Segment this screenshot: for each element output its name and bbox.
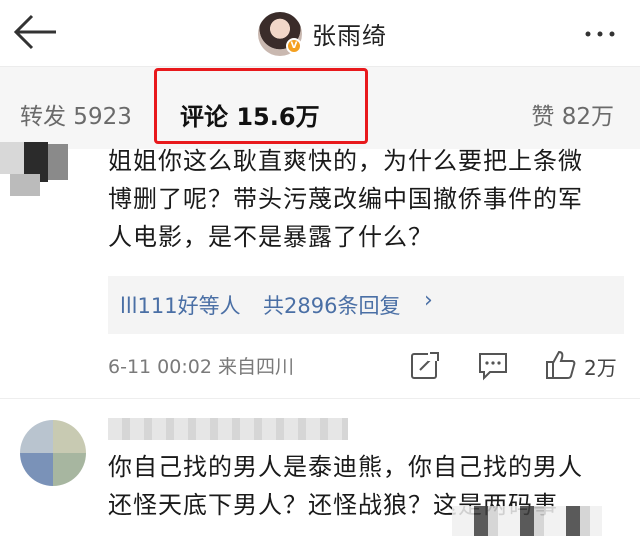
like-count: 2万 (584, 356, 617, 380)
thumbs-up-icon[interactable] (544, 348, 578, 382)
tab-repost[interactable]: 转发 5923 (20, 97, 132, 131)
text-obscured-overlay (452, 506, 602, 536)
reply-count: 共2896条回复 (263, 294, 401, 318)
comment-line: 博删了呢？带头污蔑改编中国撤侨事件的军 (108, 185, 583, 213)
verified-badge: V (286, 38, 302, 54)
more-options-icon[interactable] (580, 14, 620, 54)
reply-names: lll111好等人 (120, 294, 241, 318)
top-bar: V 张雨绮 (0, 0, 640, 66)
chevron-right-icon: › (424, 288, 433, 313)
share-icon[interactable] (408, 348, 442, 382)
comment-text: 姐姐你这么耿直爽快的，为什么要把上条微 博删了呢？带头污蔑改编中国撤侨事件的军 … (108, 142, 628, 256)
comment-icon[interactable] (476, 348, 510, 382)
replies-preview[interactable]: lll111好等人 共2896条回复 › (108, 276, 624, 334)
comment-line: 姐姐你这么耿直爽快的，为什么要把上条微 (108, 147, 583, 175)
comment-line: 人电影，是不是暴露了什么？ (108, 223, 433, 251)
tab-like[interactable]: 赞 82万 (531, 97, 614, 131)
commenter-avatar-blurred[interactable] (0, 142, 72, 202)
commenter-avatar-blurred[interactable] (20, 420, 86, 486)
divider (0, 398, 640, 406)
comment-meta: 6-11 00:02 来自四川 (108, 356, 294, 378)
comment-line: 你自己找的男人是泰迪熊，你自己找的男人 (108, 453, 583, 481)
commenter-name-blurred[interactable] (108, 418, 348, 440)
user-name[interactable]: 张雨绮 (312, 16, 387, 51)
back-arrow-icon[interactable] (12, 12, 60, 52)
highlight-annotation-box (154, 68, 368, 144)
